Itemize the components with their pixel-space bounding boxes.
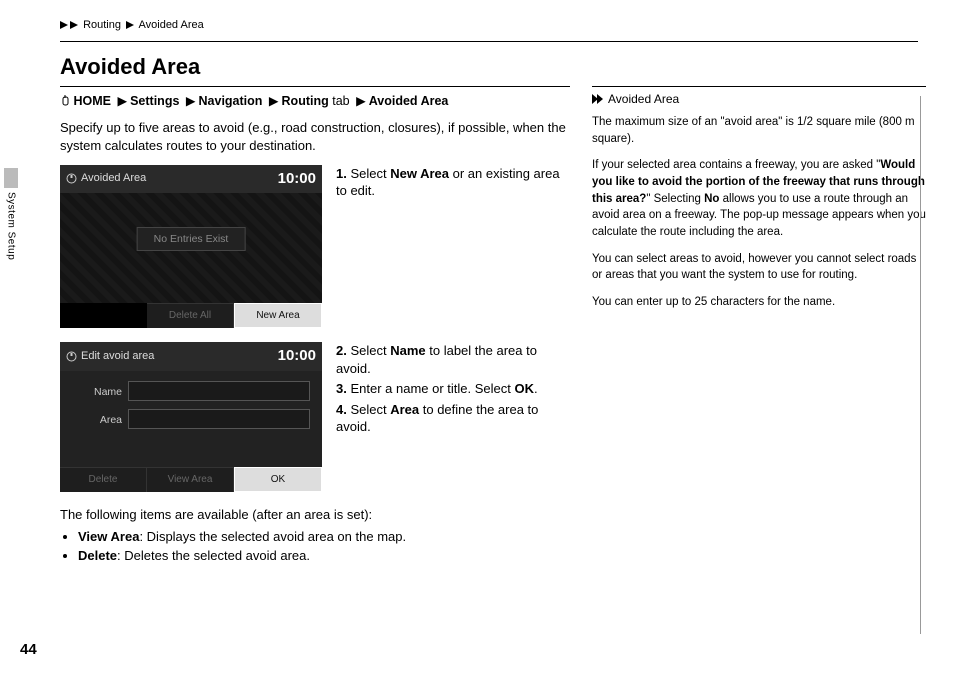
screen2-area-label: Area — [68, 409, 128, 431]
screen1-empty: No Entries Exist — [137, 227, 246, 251]
screen2-time: 10:00 — [278, 346, 316, 366]
intro-text: Specify up to five areas to avoid (e.g.,… — [60, 119, 570, 154]
screen1-time: 10:00 — [278, 169, 316, 189]
step-1: 1. Select New Area or an existing area t… — [336, 165, 570, 200]
side-tab-label: System Setup — [4, 192, 18, 260]
screen2-title: Edit avoid area — [81, 349, 154, 364]
step-4: 4. Select Area to define the area to avo… — [336, 401, 570, 436]
side-p3: You can select areas to avoid, however y… — [592, 251, 926, 284]
breadcrumb: Routing Avoided Area — [60, 18, 926, 33]
crumb-routing: Routing — [83, 19, 121, 31]
screen2-ok: OK — [234, 467, 322, 493]
page-number: 44 — [20, 640, 37, 660]
page-title: Avoided Area — [60, 52, 926, 82]
nav-routing: Routing — [282, 94, 329, 108]
note-icon — [592, 94, 604, 104]
after-delete: Delete: Deletes the selected avoid area. — [78, 547, 570, 565]
screen1-new-area: New Area — [234, 303, 322, 329]
screen2-area-field — [128, 409, 310, 429]
nav-tab: tab — [329, 94, 350, 108]
side-tab: System Setup — [4, 168, 22, 278]
right-rule — [920, 96, 921, 634]
step-3: 3. Enter a name or title. Select OK. — [336, 380, 570, 398]
screen2-name-field — [128, 381, 310, 401]
side-head: Avoided Area — [592, 91, 926, 108]
right-column: Avoided Area The maximum size of an "avo… — [592, 86, 926, 567]
screen1-title: Avoided Area — [81, 171, 146, 186]
screen2-view-area: View Area — [147, 467, 234, 493]
nav-settings: Settings — [130, 94, 179, 108]
screen2-name-label: Name — [68, 381, 128, 403]
left-column: HOME ▶Settings ▶Navigation ▶Routing tab … — [60, 86, 570, 567]
screen1-delete-all: Delete All — [147, 303, 234, 329]
nav-home: HOME — [73, 94, 111, 108]
nav-avoided: Avoided Area — [369, 94, 449, 108]
side-p2: If your selected area contains a freeway… — [592, 157, 926, 240]
screen2-delete: Delete — [60, 467, 147, 493]
screenshot-avoided-area: Avoided Area 10:00 No Entries Exist Dele… — [60, 165, 322, 329]
nav-path: HOME ▶Settings ▶Navigation ▶Routing tab … — [60, 93, 570, 110]
after-lead: The following items are available (after… — [60, 506, 570, 524]
rule-top — [60, 41, 918, 42]
nav-navigation: Navigation — [199, 94, 263, 108]
after-set: The following items are available (after… — [60, 506, 570, 565]
crumb-avoided: Avoided Area — [139, 19, 204, 31]
screenshot-edit-avoid: Edit avoid area 10:00 Name Area Delete V… — [60, 342, 322, 492]
side-p1: The maximum size of an "avoid area" is 1… — [592, 114, 926, 147]
side-p4: You can enter up to 25 characters for th… — [592, 294, 926, 311]
after-view: View Area: Displays the selected avoid a… — [78, 528, 570, 546]
step-2: 2. Select Name to label the area to avoi… — [336, 342, 570, 377]
